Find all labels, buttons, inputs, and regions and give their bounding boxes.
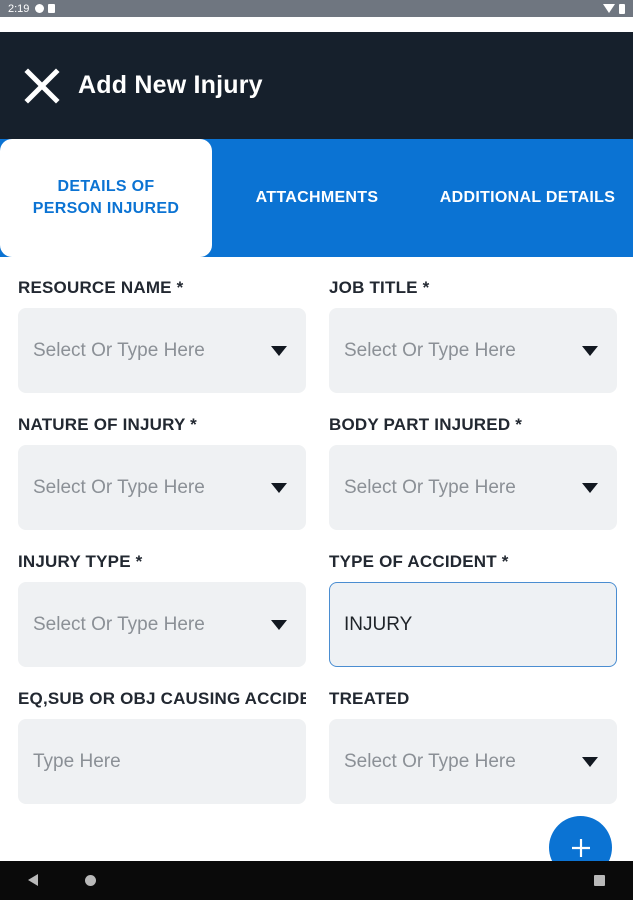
sd-card-icon bbox=[48, 4, 56, 13]
placeholder: Select Or Type Here bbox=[33, 339, 205, 361]
field-label: BODY PART INJURED * bbox=[329, 415, 523, 434]
notification-icon bbox=[35, 4, 45, 13]
type-of-accident-input[interactable]: INJURY bbox=[329, 582, 617, 667]
placeholder: Type Here bbox=[33, 750, 121, 772]
chevron-down-icon[interactable] bbox=[271, 619, 287, 630]
tab-attachments[interactable]: ATTACHMENTS bbox=[212, 139, 422, 257]
close-icon bbox=[24, 67, 60, 104]
back-icon[interactable] bbox=[28, 874, 38, 886]
chevron-down-icon[interactable] bbox=[271, 345, 287, 356]
treated-select[interactable]: Select Or Type Here bbox=[329, 719, 617, 804]
top-spacer bbox=[0, 17, 633, 32]
injury-type-field: INJURY TYPE * Select Or Type Here bbox=[18, 550, 306, 667]
eq-sub-obj-field: EQ,SUB OR OBJ CAUSING ACCIDEN.. Type Her… bbox=[18, 687, 306, 804]
battery-icon bbox=[619, 3, 625, 14]
plus-icon bbox=[571, 838, 590, 857]
tab-details-of-person-injured[interactable]: DETAILS OF PERSON INJURED bbox=[0, 139, 212, 257]
field-label: RESOURCE NAME * bbox=[18, 278, 184, 297]
field-label: TYPE OF ACCIDENT * bbox=[329, 552, 509, 571]
system-nav-bar bbox=[0, 861, 633, 900]
nature-of-injury-field: NATURE OF INJURY * Select Or Type Here bbox=[18, 413, 306, 530]
tab-label: ADDITIONAL DETAILS bbox=[439, 189, 616, 206]
tab-label: DETAILS OF PERSON INJURED bbox=[32, 178, 180, 217]
tab-additional-details[interactable]: ADDITIONAL DETAILS bbox=[422, 139, 633, 257]
close-button[interactable] bbox=[22, 66, 62, 106]
placeholder: Select Or Type Here bbox=[33, 476, 205, 498]
type-of-accident-field: TYPE OF ACCIDENT * INJURY bbox=[329, 550, 617, 667]
page-title: Add New Injury bbox=[78, 71, 263, 99]
field-label: NATURE OF INJURY * bbox=[18, 415, 197, 434]
chevron-down-icon[interactable] bbox=[271, 482, 287, 493]
resource-name-select[interactable]: Select Or Type Here bbox=[18, 308, 306, 393]
status-bar: 2:19 bbox=[0, 0, 633, 17]
field-value: INJURY bbox=[344, 613, 413, 635]
chevron-down-icon[interactable] bbox=[582, 482, 598, 493]
wifi-icon bbox=[603, 4, 615, 13]
placeholder: Select Or Type Here bbox=[344, 339, 516, 361]
chevron-down-icon[interactable] bbox=[582, 756, 598, 767]
nature-of-injury-select[interactable]: Select Or Type Here bbox=[18, 445, 306, 530]
placeholder: Select Or Type Here bbox=[33, 613, 205, 635]
status-time: 2:19 bbox=[8, 2, 30, 15]
resource-name-field: RESOURCE NAME * Select Or Type Here bbox=[18, 276, 306, 393]
injury-type-select[interactable]: Select Or Type Here bbox=[18, 582, 306, 667]
body-part-injured-field: BODY PART INJURED * Select Or Type Here bbox=[329, 413, 617, 530]
job-title-field: JOB TITLE * Select Or Type Here bbox=[329, 276, 617, 393]
recent-apps-icon[interactable] bbox=[594, 875, 605, 886]
field-label: TREATED bbox=[329, 689, 410, 708]
tab-bar: DETAILS OF PERSON INJURED ATTACHMENTS AD… bbox=[0, 139, 633, 257]
field-label: EQ,SUB OR OBJ CAUSING ACCIDEN.. bbox=[18, 689, 306, 708]
field-label: INJURY TYPE * bbox=[18, 552, 143, 571]
placeholder: Select Or Type Here bbox=[344, 750, 516, 772]
placeholder: Select Or Type Here bbox=[344, 476, 516, 498]
treated-field: TREATED Select Or Type Here bbox=[329, 687, 617, 804]
body-part-injured-select[interactable]: Select Or Type Here bbox=[329, 445, 617, 530]
eq-sub-obj-input[interactable]: Type Here bbox=[18, 719, 306, 804]
app-bar: Add New Injury bbox=[0, 32, 633, 139]
field-label: JOB TITLE * bbox=[329, 278, 430, 297]
home-icon[interactable] bbox=[85, 875, 96, 886]
tab-label: ATTACHMENTS bbox=[255, 189, 379, 206]
chevron-down-icon[interactable] bbox=[582, 345, 598, 356]
job-title-select[interactable]: Select Or Type Here bbox=[329, 308, 617, 393]
